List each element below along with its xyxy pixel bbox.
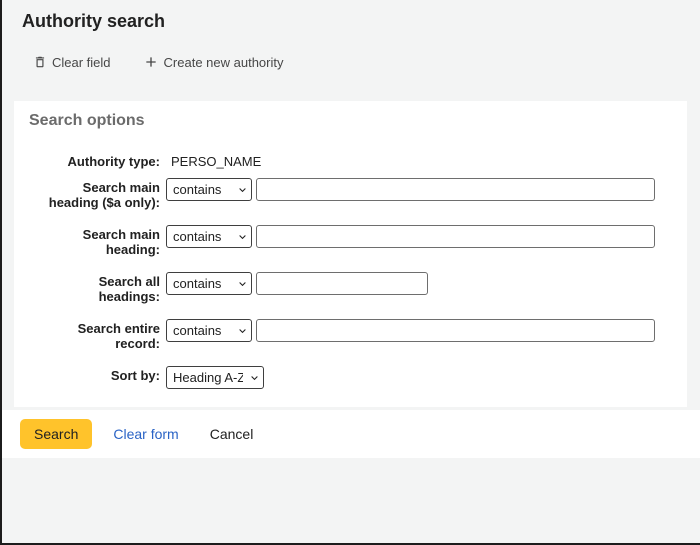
sort-by-wrap: Heading A-Z <box>166 366 264 389</box>
clear-form-link[interactable]: Clear form <box>113 426 178 442</box>
main-heading-operator-wrap: contains <box>166 225 252 248</box>
main-heading-a-row: Search main heading ($a only): contains <box>43 178 687 210</box>
create-new-authority-label: Create new authority <box>164 55 284 70</box>
search-form: Authority type: PERSO_NAME Search main h… <box>29 152 687 389</box>
window-left-border <box>0 0 2 545</box>
sort-by-label: Sort by: <box>43 366 160 383</box>
authority-type-row: Authority type: PERSO_NAME <box>43 152 687 169</box>
main-heading-operator-select[interactable]: contains <box>166 225 252 248</box>
entire-record-operator-wrap: contains <box>166 319 252 342</box>
action-bar: Search Clear form Cancel <box>2 410 700 458</box>
search-options-panel: Search options Authority type: PERSO_NAM… <box>14 101 687 407</box>
all-headings-operator-select[interactable]: contains <box>166 272 252 295</box>
main-heading-label: Search main heading: <box>43 225 160 257</box>
main-heading-a-label: Search main heading ($a only): <box>43 178 160 210</box>
search-button[interactable]: Search <box>20 419 92 449</box>
all-headings-row: Search all headings: contains <box>43 272 687 304</box>
entire-record-row: Search entire record: contains <box>43 319 687 351</box>
main-heading-row: Search main heading: contains <box>43 225 687 257</box>
main-heading-input[interactable] <box>256 225 655 248</box>
page-title: Authority search <box>2 0 700 32</box>
main-heading-a-operator-wrap: contains <box>166 178 252 201</box>
all-headings-label: Search all headings: <box>43 272 160 304</box>
all-headings-operator-wrap: contains <box>166 272 252 295</box>
sort-by-row: Sort by: Heading A-Z <box>43 366 687 389</box>
trash-icon <box>33 55 47 69</box>
plus-icon <box>143 54 159 70</box>
toolbar: Clear field Create new authority <box>33 54 283 70</box>
authority-type-value: PERSO_NAME <box>171 152 261 169</box>
authority-type-label: Authority type: <box>43 152 160 169</box>
entire-record-label: Search entire record: <box>43 319 160 351</box>
main-heading-a-input[interactable] <box>256 178 655 201</box>
entire-record-input[interactable] <box>256 319 655 342</box>
page-header: Authority search Clear field Create new … <box>2 0 700 99</box>
clear-field-label: Clear field <box>52 55 111 70</box>
create-new-authority-button[interactable]: Create new authority <box>143 54 284 70</box>
search-options-heading: Search options <box>29 112 687 130</box>
clear-field-button[interactable]: Clear field <box>33 55 111 70</box>
all-headings-input[interactable] <box>256 272 428 295</box>
main-heading-a-operator-select[interactable]: contains <box>166 178 252 201</box>
entire-record-operator-select[interactable]: contains <box>166 319 252 342</box>
sort-by-select[interactable]: Heading A-Z <box>166 366 264 389</box>
cancel-link[interactable]: Cancel <box>210 426 254 442</box>
